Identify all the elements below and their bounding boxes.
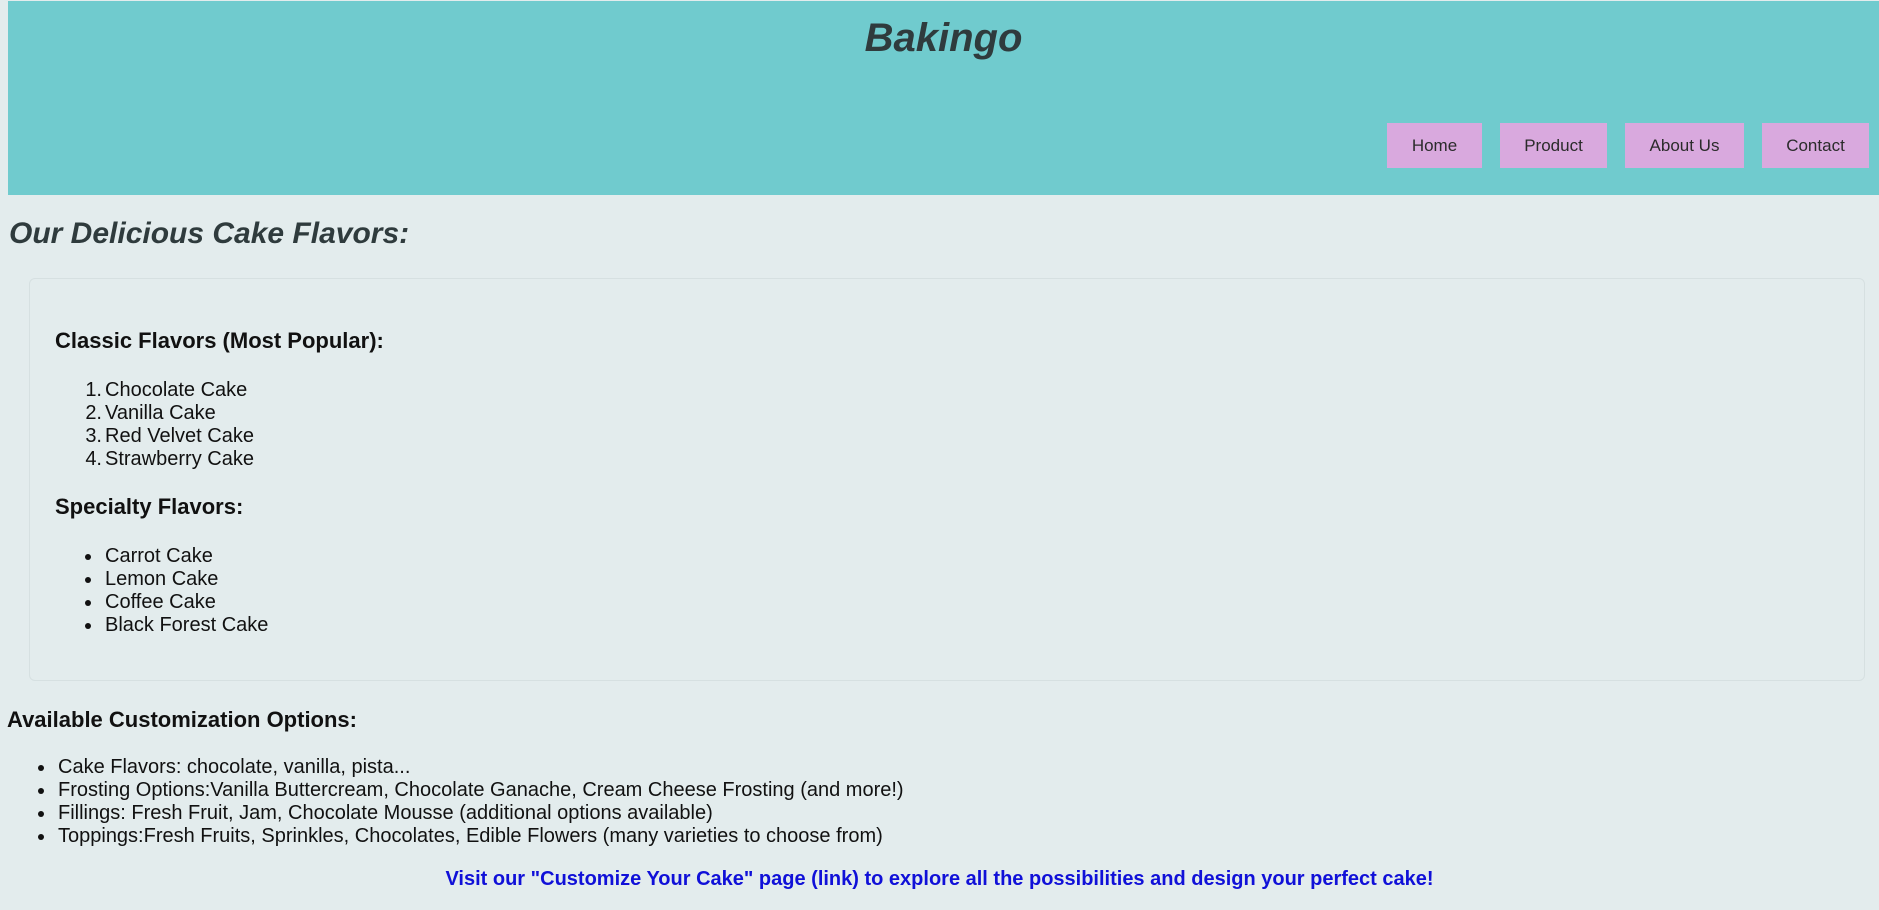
customize-cake-link[interactable]: Visit our "Customize Your Cake" page (li… — [0, 868, 1879, 891]
list-item: Toppings:Fresh Fruits, Sprinkles, Chocol… — [38, 825, 904, 848]
list-item: 4. Strawberry Cake — [85, 448, 254, 470]
list-item: 2. Vanilla Cake — [85, 402, 216, 424]
flavors-section-title: Our Delicious Cake Flavors: — [9, 217, 410, 250]
flavors-panel: Classic Flavors (Most Popular): 1. Chocol… — [29, 278, 1865, 681]
specialty-flavors-list: Carrot Cake Lemon Cake Coffee Cake Black… — [85, 545, 268, 637]
list-item: Coffee Cake — [85, 591, 268, 614]
list-item: Black Forest Cake — [85, 614, 268, 637]
nav-contact-button[interactable]: Contact — [1762, 123, 1869, 168]
classic-flavors-heading: Classic Flavors (Most Popular): — [55, 328, 384, 353]
customization-options-list: Cake Flavors: chocolate, vanilla, pista.… — [38, 756, 904, 848]
classic-flavors-list: 1. Chocolate Cake 2. Vanilla Cake 3. Red Ve… — [85, 379, 254, 471]
list-item: Fillings: Fresh Fruit, Jam, Chocolate Mo… — [38, 802, 904, 825]
list-item: Cake Flavors: chocolate, vanilla, pista.… — [38, 756, 904, 779]
site-title: Bakingo — [864, 16, 1023, 60]
list-item: Frosting Options:Vanilla Buttercream, Ch… — [38, 779, 904, 802]
list-item: Lemon Cake — [85, 568, 268, 591]
customization-heading: Available Customization Options: — [7, 707, 357, 732]
nav-home-button[interactable]: Home — [1387, 123, 1482, 168]
list-item: 1. Chocolate Cake — [85, 379, 248, 401]
site-header: Bakingo Home Product About Us Contact — [8, 1, 1879, 195]
main-nav: Home Product About Us Contact — [1387, 123, 1869, 168]
list-item: 3. Red Velvet Cake — [85, 425, 254, 447]
nav-product-button[interactable]: Product — [1500, 123, 1607, 168]
specialty-flavors-heading: Specialty Flavors: — [55, 494, 244, 519]
list-item: Carrot Cake — [85, 545, 268, 568]
nav-about-us-button[interactable]: About Us — [1625, 123, 1744, 168]
